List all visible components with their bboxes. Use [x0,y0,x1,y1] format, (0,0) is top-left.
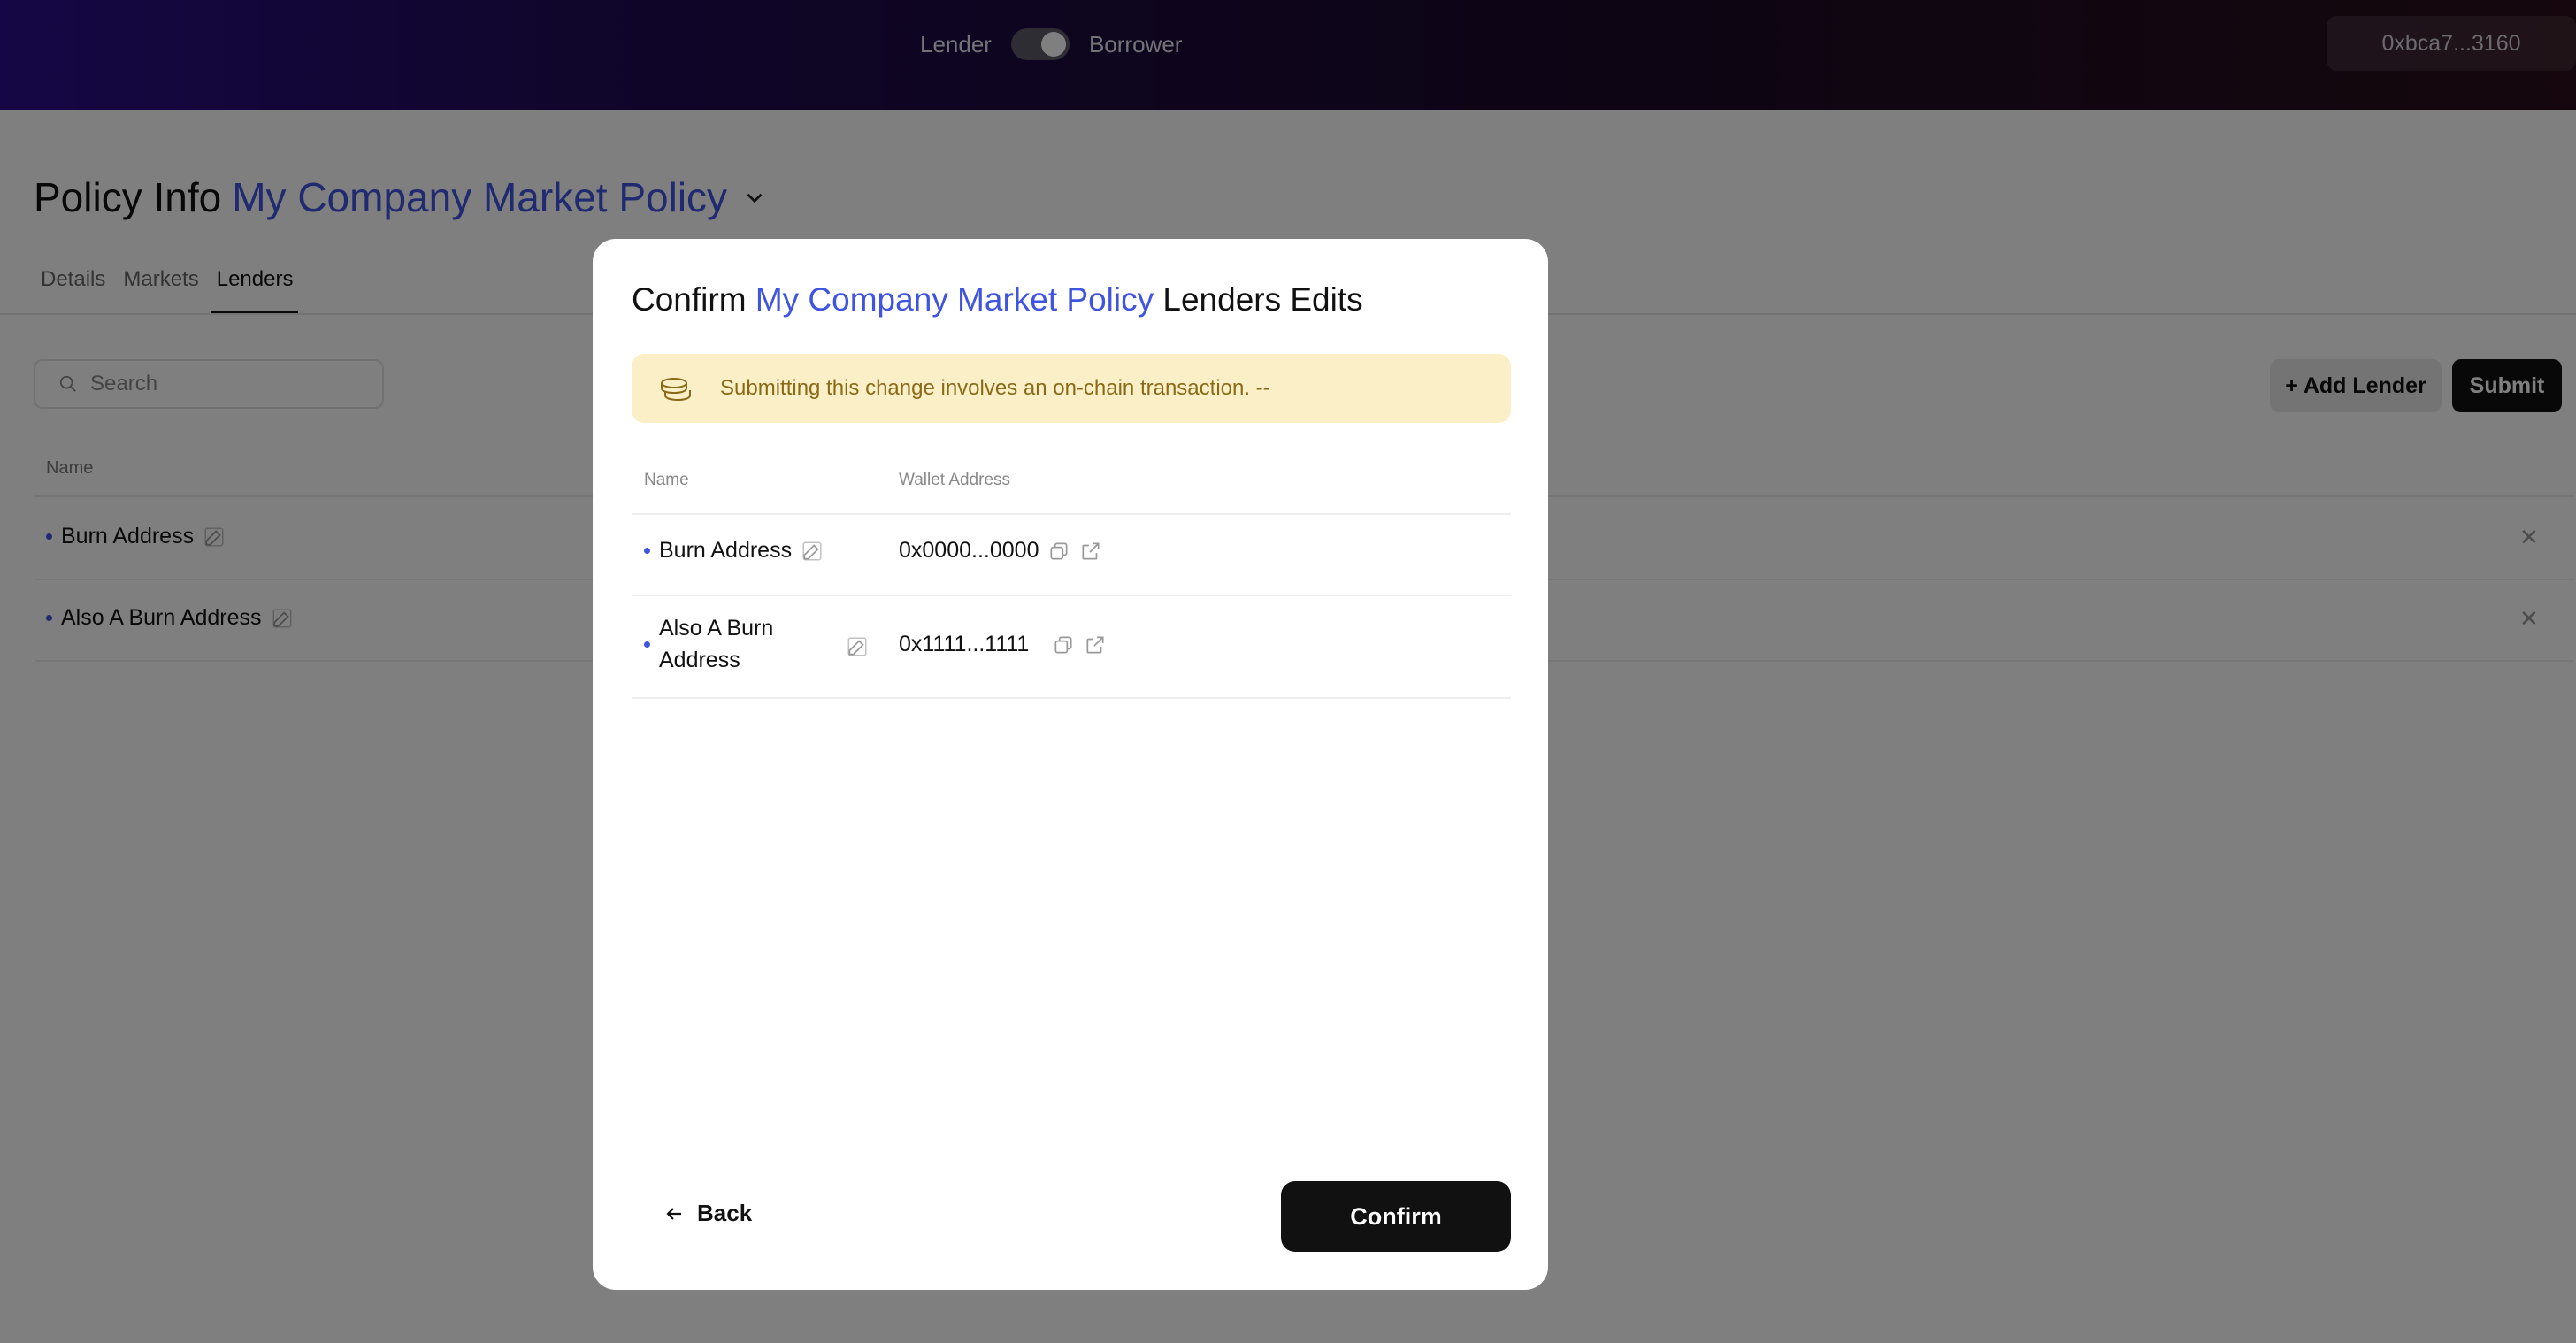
column-header-name: Name [644,471,689,489]
back-button[interactable]: Back [663,1200,752,1227]
arrow-left-icon [666,1207,681,1220]
status-dot [644,548,650,554]
modal-title-suffix: Lenders Edits [1162,281,1363,318]
edit-icon[interactable] [846,635,869,658]
status-dot [644,641,650,648]
column-header-wallet: Wallet Address [899,471,1011,489]
lender-name-line1: Also A Burn [659,616,774,641]
back-label: Back [697,1200,753,1226]
edit-icon[interactable] [801,540,824,563]
coins-icon [661,378,691,402]
lender-name-line2: Address [659,648,740,672]
modal-title: Confirm My Company Market Policy Lenders… [632,281,1363,318]
wallet-address: 0x1111...1111 [899,632,1030,656]
table-row-name: Burn Address [644,538,824,564]
wallet-address: 0x0000...0000 [899,538,1039,563]
table-row-name: Also A Burn Address [644,612,856,676]
warning-banner: Submitting this change involves an on-ch… [632,354,1511,423]
external-link-icon[interactable] [1079,540,1102,563]
copy-icon[interactable] [1047,540,1070,563]
divider [632,595,1511,596]
copy-icon[interactable] [1052,633,1075,656]
external-link-icon[interactable] [1084,633,1107,656]
lender-name: Also A Burn Address [659,612,773,676]
lender-name: Burn Address [659,538,793,563]
modal-policy-name: My Company Market Policy [755,281,1154,318]
table-row-wallet: 0x1111...1111 [899,632,1107,657]
modal-title-prefix: Confirm [632,281,747,318]
confirm-modal: Confirm My Company Market Policy Lenders… [593,239,1548,1290]
table-row-wallet: 0x0000...0000 [899,538,1102,564]
warning-text: Submitting this change involves an on-ch… [720,376,1270,400]
divider [632,513,1511,515]
divider [632,697,1511,699]
confirm-button[interactable]: Confirm [1281,1181,1511,1252]
